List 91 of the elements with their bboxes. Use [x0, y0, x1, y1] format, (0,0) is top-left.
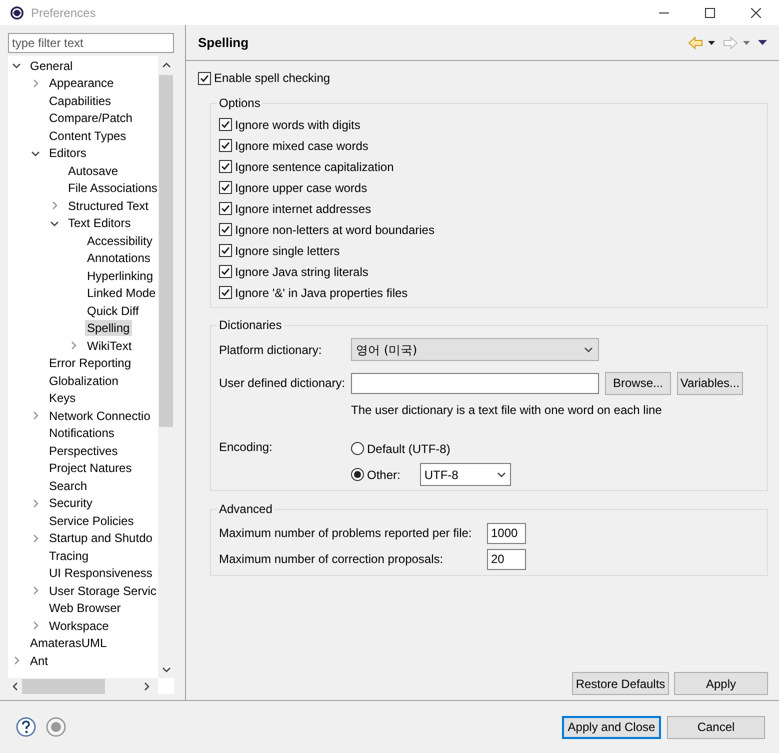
checkbox-label: Ignore '&' in Java properties files	[235, 284, 408, 302]
radio-button[interactable]	[351, 468, 364, 481]
tree-item[interactable]: Hyperlinking	[85, 268, 156, 284]
tree-item[interactable]: AmaterasUML	[28, 635, 109, 652]
field-label: Maximum number of problems reported per file:	[219, 525, 473, 542]
tree-item[interactable]: Startup and Shutdo	[47, 530, 154, 546]
tree-item[interactable]: Security	[47, 495, 94, 512]
tree-item[interactable]: Compare/Patch	[47, 110, 134, 126]
checkbox[interactable]	[219, 160, 232, 173]
tree-item[interactable]: Editors	[47, 145, 88, 162]
tree-item[interactable]: Text Editors	[66, 215, 133, 232]
record-icon[interactable]	[46, 717, 66, 737]
tree-item[interactable]: Service Policies	[47, 512, 136, 529]
checkbox-label: Enable spell checking	[214, 70, 330, 87]
tree-item[interactable]: WikiText	[85, 338, 134, 354]
tree-item[interactable]: Notifications	[47, 425, 116, 442]
maximize-icon[interactable]	[705, 8, 715, 18]
tree-item[interactable]: Error Reporting	[47, 355, 134, 372]
checkbox-label: Ignore words with digits	[235, 116, 360, 134]
group-title: Options	[217, 95, 262, 111]
tree-item[interactable]: User Storage Servic	[47, 582, 158, 599]
checkbox-label: Ignore internet addresses	[235, 200, 372, 218]
filter-field[interactable]: type filter text	[8, 33, 174, 53]
field-label: User defined dictionary:	[219, 375, 346, 392]
checkbox[interactable]	[219, 286, 232, 299]
tree-item[interactable]: UI Responsiveness	[47, 565, 154, 582]
apply-and-close-button[interactable]: Apply and Close	[562, 716, 661, 738]
dropdown[interactable]: 영어 (미국)	[351, 338, 599, 361]
tree-item[interactable]: Search	[47, 478, 90, 494]
tree-item[interactable]: Workspace	[47, 618, 111, 634]
close-icon[interactable]	[751, 8, 761, 18]
encoding-dropdown[interactable]: UTF-8	[420, 463, 512, 486]
tree-item[interactable]: File Associations	[66, 180, 158, 196]
tree-item[interactable]: Autosave	[66, 162, 120, 179]
tree-item[interactable]: Appearance	[47, 75, 116, 92]
help-icon[interactable]	[16, 717, 36, 737]
tree-item[interactable]: Ant	[28, 652, 50, 669]
tree-item[interactable]: Project Natures	[47, 460, 134, 476]
tree-item[interactable]: Capabilities	[47, 92, 114, 109]
tree-item[interactable]: Globalization	[47, 372, 120, 389]
tree-item[interactable]: Quick Diff	[85, 302, 141, 319]
dictionary-field[interactable]	[351, 372, 599, 394]
tree-item[interactable]: Spelling	[85, 320, 132, 336]
tree-item[interactable]: Web Browser	[47, 600, 123, 616]
checkbox[interactable]	[219, 265, 232, 278]
tree-item[interactable]: Perspectives	[47, 442, 120, 459]
view-menu-icon[interactable]	[758, 40, 767, 45]
tree-item[interactable]: Keys	[47, 390, 78, 406]
field-label: Maximum number of correction proposals:	[219, 551, 444, 568]
scroll-thumb[interactable]	[22, 678, 105, 694]
cancel-button[interactable]: Cancel	[667, 716, 765, 738]
radio-button[interactable]	[351, 442, 364, 455]
checkbox[interactable]	[219, 118, 232, 131]
dropdown-icon[interactable]	[708, 40, 715, 44]
restore-defaults-button[interactable]: Restore Defaults	[572, 672, 669, 695]
tree-item[interactable]: Annotations	[85, 250, 152, 266]
checkbox-label: Ignore mixed case words	[235, 138, 368, 154]
radio-label: Default (UTF-8)	[367, 440, 450, 458]
checkbox[interactable]	[219, 181, 232, 194]
checkbox-label: Ignore upper case words	[235, 180, 368, 196]
app-icon	[10, 6, 24, 20]
number-field[interactable]: 1000	[487, 522, 526, 544]
checkbox-label: Ignore non-letters at word boundaries	[235, 222, 434, 238]
checkbox-label: Ignore sentence capitalization	[235, 158, 394, 176]
tree-item[interactable]: Tracing	[47, 548, 91, 564]
tree-item[interactable]: Linked Mode	[85, 285, 158, 302]
tree-item[interactable]: Content Types	[47, 128, 128, 144]
horizontal-scrollbar[interactable]	[8, 678, 158, 694]
checkbox-label: Ignore Java string literals	[235, 264, 368, 280]
browse-button[interactable]: Browse...	[605, 372, 671, 394]
page-title: Spelling	[198, 34, 249, 52]
number-field[interactable]: 20	[487, 548, 526, 570]
checkbox[interactable]	[219, 139, 232, 152]
checkbox[interactable]	[219, 244, 232, 257]
vertical-scrollbar[interactable]	[158, 56, 174, 678]
tree-item[interactable]: General	[28, 58, 75, 74]
checkbox[interactable]	[219, 223, 232, 236]
window-title: Preferences	[31, 4, 96, 22]
scroll-thumb[interactable]	[159, 75, 173, 427]
tree-item[interactable]: Structured Text	[66, 198, 150, 214]
hint-text: The user dictionary is a text file with one word on each line	[351, 403, 662, 417]
checkbox[interactable]	[198, 72, 211, 84]
tree-item[interactable]: Accessibility	[85, 232, 154, 249]
tree-item[interactable]: Network Connectio	[47, 408, 152, 424]
field-label: Encoding:	[219, 439, 274, 456]
radio-label: Other:	[367, 466, 400, 484]
checkbox[interactable]	[219, 202, 232, 215]
checkbox-label: Ignore single letters	[235, 242, 340, 260]
variables-button[interactable]: Variables...	[677, 372, 743, 394]
field-label: Platform dictionary:	[219, 342, 323, 358]
apply-button[interactable]: Apply	[674, 672, 768, 695]
